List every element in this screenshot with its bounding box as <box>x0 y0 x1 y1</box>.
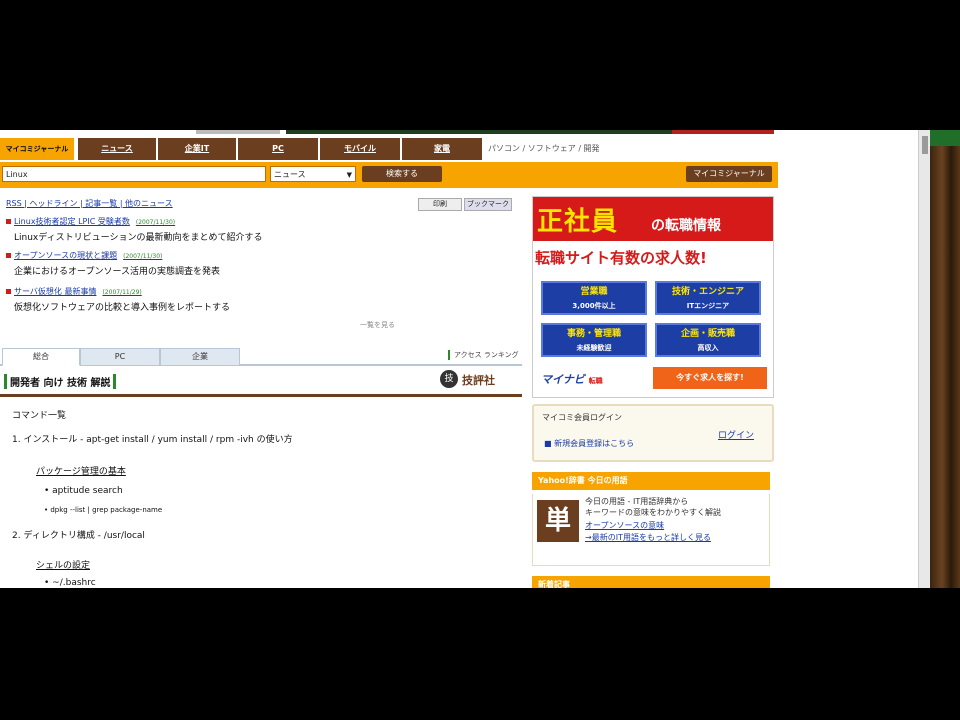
headline-link[interactable]: オープンソースの現状と課題 (2007/11/30) <box>6 250 162 261</box>
headline-links[interactable]: RSS | ヘッドライン | 記事一覧 | 他のニュース <box>6 198 173 209</box>
bullet-icon <box>6 219 11 224</box>
login-box: マイコミ会員ログイン ■ 新規会員登録はこちら ログイン <box>532 404 774 462</box>
body-heading: コマンド一覧 <box>12 411 67 421</box>
article-header: 開発者 向け 技術 解説 技 技評社 <box>0 366 522 397</box>
breadcrumb: パソコン / ソフトウェア / 開発 <box>488 144 600 153</box>
print-button[interactable]: 印刷 <box>418 198 462 211</box>
ad-header: 正社員 の転職情報 <box>533 197 773 241</box>
list-item: • dpkg --list | grep package-name <box>44 506 163 514</box>
publisher-name: 技評社 <box>462 374 495 387</box>
nav-tab[interactable]: モバイル <box>320 138 402 160</box>
word-link[interactable]: →最新のIT用語をもっと詳しく見る <box>585 532 711 543</box>
dictionary-icon: 単 <box>537 500 579 542</box>
chevron-down-icon: ▼ <box>346 171 352 179</box>
scrollbar-thumb[interactable] <box>922 136 928 154</box>
headline-summary: Linuxディストリビューションの最新動向をまとめて紹介する <box>14 233 263 243</box>
publisher-logo[interactable]: 技 技評社 <box>440 370 520 390</box>
search-scope-value: ニュース <box>274 170 306 179</box>
list-item: • aptitude search <box>44 486 123 496</box>
headline-list: RSS | ヘッドライン | 記事一覧 | 他のニュース 印刷 ブックマーク L… <box>0 196 522 336</box>
nav-tab[interactable]: PC <box>238 138 320 160</box>
nav-tab[interactable]: 企業IT <box>158 138 238 160</box>
word-link[interactable]: オープンソースの意味 <box>585 520 664 531</box>
body-subheading: シェルの設定 <box>36 561 91 571</box>
job-ad-banner[interactable]: 正社員 の転職情報 転職サイト有数の求人数! 営業職 3,000件以上 技術・エン… <box>532 196 774 398</box>
tab-pc[interactable]: PC <box>80 348 160 366</box>
search-input[interactable]: Linux <box>2 166 266 182</box>
nav-tab[interactable]: ニュース <box>78 138 158 160</box>
ad-subheadline: の転職情報 <box>651 218 721 234</box>
ad-category-button[interactable]: 営業職 3,000件以上 <box>541 281 647 315</box>
mynavi-logo: マイナビ 転職 <box>541 373 603 386</box>
search-bar: Linux ニュース ▼ 検索する マイコミジャーナル <box>0 162 778 188</box>
bookmark-button[interactable]: ブックマーク <box>464 198 512 211</box>
page-margin <box>778 130 918 588</box>
ranking-tabs: 総合 PC 企業 アクセス ランキング <box>0 346 522 366</box>
header-right-button[interactable]: マイコミジャーナル <box>686 166 772 182</box>
word-box: 単 今日の用語 - IT用語辞典から キーワードの意味をわかりやすく解説 オープ… <box>532 494 770 566</box>
article-body: コマンド一覧 1. インストール - apt-get install / yum… <box>0 402 522 588</box>
headline-summary: 企業におけるオープンソース活用の実態調査を発表 <box>14 267 221 277</box>
search-scope-select[interactable]: ニュース ▼ <box>270 166 356 182</box>
top-banner-strip <box>0 130 778 136</box>
ad-category-button[interactable]: 事務・管理職 未経験歓迎 <box>541 323 647 357</box>
headline-link[interactable]: Linux技術者認定 LPIC 受験者数 (2007/11/30) <box>6 216 175 227</box>
site-nav: マイコミジャーナル ニュース 企業IT PC モバイル 家電 パソコン / ソフ… <box>0 138 778 162</box>
section-heading: 新着記事 <box>532 576 770 588</box>
ad-category-button[interactable]: 技術・エンジニア ITエンジニア <box>655 281 761 315</box>
ad-category-button[interactable]: 企画・販売職 高収入 <box>655 323 761 357</box>
banner-fragment <box>286 130 672 134</box>
word-text: キーワードの意味をわかりやすく解説 <box>585 508 721 517</box>
register-link[interactable]: ■ 新規会員登録はこちら <box>544 438 634 449</box>
headline-link[interactable]: サーバ仮想化 最新事情 (2007/11/29) <box>6 286 142 297</box>
list-item: • ~/.bashrc <box>44 578 96 588</box>
bullet-icon <box>6 253 11 258</box>
tab-enterprise[interactable]: 企業 <box>160 348 240 366</box>
banner-fragment <box>672 130 774 134</box>
more-link[interactable]: 一覧を見る <box>360 320 395 330</box>
desktop-background <box>930 130 960 588</box>
headline-summary: 仮想化ソフトウェアの比較と導入事例をレポートする <box>14 303 231 313</box>
publisher-logo-icon: 技 <box>440 370 458 388</box>
article-title: 開発者 向け 技術 解説 <box>4 374 117 389</box>
nav-tab[interactable]: 家電 <box>402 138 484 160</box>
tab-overall[interactable]: 総合 <box>2 348 80 366</box>
banner-fragment <box>196 130 280 134</box>
login-link[interactable]: ログイン <box>718 428 754 441</box>
bullet-icon <box>6 289 11 294</box>
ad-cta-button[interactable]: 今すぐ求人を探す! <box>653 367 767 389</box>
ad-headline: 正社員 <box>537 207 619 237</box>
body-text: 2. ディレクトリ構成 - /usr/local <box>12 531 145 541</box>
site-logo[interactable]: マイコミジャーナル <box>0 138 74 160</box>
browser-viewport: マイコミジャーナル ニュース 企業IT PC モバイル 家電 パソコン / ソフ… <box>0 130 960 588</box>
section-heading: Yahoo!辞書 今日の用語 <box>532 472 770 490</box>
body-text: 1. インストール - apt-get install / yum instal… <box>12 435 293 445</box>
ranking-link[interactable]: アクセス ランキング <box>448 350 519 360</box>
body-subheading: パッケージ管理の基本 <box>36 467 126 477</box>
ad-tagline: 転職サイト有数の求人数! <box>535 249 707 267</box>
search-button[interactable]: 検索する <box>362 166 442 182</box>
word-text: 今日の用語 - IT用語辞典から <box>585 497 689 506</box>
login-heading: マイコミ会員ログイン <box>542 413 622 422</box>
desktop-background-top <box>930 130 960 146</box>
